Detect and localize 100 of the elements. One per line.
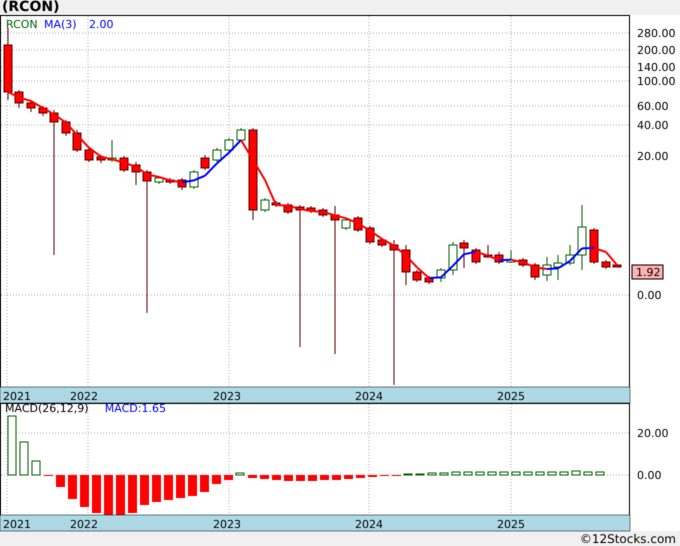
candlestick (412, 270, 422, 282)
candlestick (62, 120, 70, 136)
legend-label: RCON (6, 18, 38, 31)
year-label: 2024 (355, 390, 383, 403)
histogram-bar (440, 472, 448, 476)
year-label: 2025 (497, 518, 525, 531)
histogram-bar (272, 475, 281, 480)
histogram-bar (128, 475, 137, 513)
histogram-bar (200, 475, 209, 492)
histogram-bar (236, 472, 244, 476)
candlestick (542, 256, 552, 282)
histogram-bar (188, 475, 197, 496)
chart-title: (RCON) (1, 0, 60, 15)
candlestick (518, 258, 528, 268)
candlestick (224, 138, 234, 152)
histogram-bar (524, 472, 532, 476)
candlestick (260, 198, 270, 212)
candlestick (306, 206, 316, 214)
histogram-bar (320, 475, 329, 480)
candlestick (154, 176, 164, 184)
histogram-bar (20, 442, 28, 476)
axis-label: 100.00 (637, 75, 676, 88)
candlestick (494, 252, 504, 264)
histogram-bar (32, 460, 40, 476)
year-label: 2023 (213, 518, 241, 531)
copyright-text: ©12Stocks.com (580, 533, 676, 546)
axis-label: 0.00 (637, 289, 662, 302)
candlestick (602, 260, 610, 270)
histogram-bar (164, 475, 173, 500)
axis-label: 200.00 (637, 44, 676, 57)
histogram-bar (140, 475, 149, 505)
candlestick (132, 162, 140, 186)
candlestick (84, 148, 94, 162)
candlestick (506, 250, 516, 264)
candlestick (236, 128, 246, 142)
candlestick (108, 140, 116, 162)
candlestick (318, 208, 328, 218)
histogram-bar (488, 472, 496, 476)
candlestick (166, 178, 174, 184)
histogram-bar (224, 475, 233, 480)
histogram-bar (344, 475, 353, 479)
histogram-bar (284, 475, 293, 481)
histogram-bar (560, 472, 568, 476)
candlestick (284, 202, 292, 214)
legend-label: MACD(26,12,9) (5, 402, 89, 415)
histogram-bar (260, 475, 269, 479)
histogram-bar (572, 470, 580, 476)
histogram-bar (80, 475, 89, 507)
axis-label: 20.00 (637, 427, 668, 440)
candlestick (554, 254, 562, 280)
candlestick (424, 276, 434, 284)
histogram-bar (116, 475, 125, 515)
histogram-bar (212, 475, 221, 484)
year-label: 2021 (3, 390, 31, 403)
candlestick (14, 90, 24, 108)
candlestick (566, 244, 574, 266)
legend-label: 2.00 (89, 18, 114, 31)
histogram-bar (536, 472, 544, 476)
histogram-bar (8, 416, 16, 476)
histogram-bar (68, 475, 77, 499)
candlestick (448, 242, 458, 276)
histogram-bar (92, 475, 101, 513)
legend-label: MACD:1.65 (104, 402, 166, 415)
histogram-bar (596, 472, 604, 476)
axis-label: 140.00 (637, 61, 676, 74)
histogram-bar (476, 472, 484, 476)
candlestick (200, 154, 210, 170)
year-label: 2022 (70, 390, 98, 403)
histogram-bar (452, 472, 460, 476)
axis-label: 0.00 (637, 469, 662, 482)
histogram-bar (500, 472, 508, 476)
histogram-bar (308, 475, 317, 481)
candlestick (436, 268, 446, 282)
candlestick (612, 264, 622, 268)
candlestick (484, 244, 492, 258)
candlestick (38, 106, 48, 116)
histogram-bar (56, 475, 65, 487)
candlestick (378, 238, 386, 248)
candlestick (402, 244, 410, 286)
histogram-bar (248, 475, 257, 478)
year-label: 2024 (355, 518, 383, 531)
candlestick (460, 240, 468, 268)
candlestick (96, 154, 106, 164)
candlestick (212, 148, 222, 162)
axis-label: 40.00 (637, 119, 668, 132)
year-label: 2022 (70, 518, 98, 531)
candlestick (272, 200, 280, 208)
candlestick (590, 228, 598, 264)
axis-label: 60.00 (637, 100, 668, 113)
year-label: 2021 (3, 518, 31, 531)
candlestick (342, 218, 350, 230)
histogram-bar (104, 475, 113, 515)
histogram-bar (464, 472, 472, 476)
year-label: 2023 (213, 390, 241, 403)
axis-label: 280.00 (637, 27, 676, 40)
candlestick (178, 178, 186, 190)
histogram-bar (356, 475, 365, 478)
histogram-bar (332, 475, 341, 480)
histogram-bar (296, 475, 305, 481)
year-label: 2025 (497, 390, 525, 403)
